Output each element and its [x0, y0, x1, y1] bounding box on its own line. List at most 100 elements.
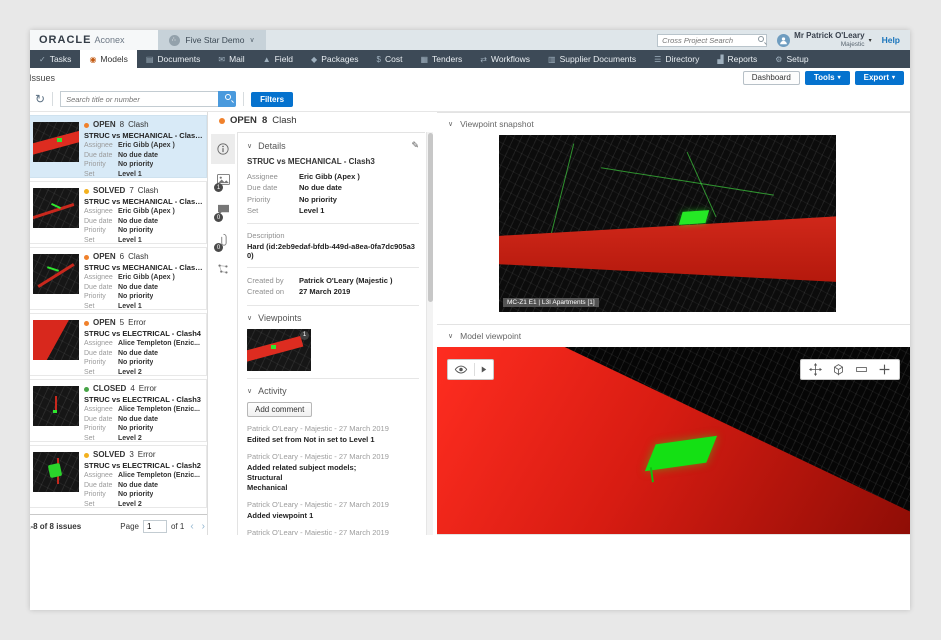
issue-thumbnail — [33, 122, 79, 162]
issue-due-date: No due date — [118, 349, 158, 358]
issue-card[interactable]: OPEN 8 Clash STRUC vs MECHANICAL - Clash… — [30, 115, 207, 178]
user-menu[interactable]: Mr Patrick O'Leary Majestic ▾ — [777, 32, 871, 48]
edit-icon[interactable]: ✎ — [411, 140, 419, 151]
model-viewpoint-section-header[interactable]: ∨ Model viewpoint — [437, 325, 910, 347]
eye-icon[interactable] — [454, 365, 468, 374]
chevron-down-icon: ∨ — [249, 36, 254, 44]
issue-set: Level 1 — [118, 170, 142, 179]
issue-search — [60, 91, 236, 107]
issue-card[interactable]: SOLVED 3 Error STRUC vs ELECTRICAL - Cla… — [30, 445, 207, 508]
status-dot — [84, 123, 89, 128]
detail-header: OPEN 8 Clash — [211, 112, 433, 131]
issue-status: OPEN — [93, 120, 116, 130]
package-icon: ◆ — [311, 55, 317, 64]
tab-supplier-documents[interactable]: ▥ Supplier Documents — [539, 50, 645, 68]
scrollbar-thumb[interactable] — [428, 133, 433, 302]
field-icon: ▲ — [263, 55, 271, 64]
issue-type: Error — [139, 384, 157, 394]
export-button[interactable]: Export▾ — [855, 71, 904, 85]
tab-mail[interactable]: ✉ Mail — [209, 50, 253, 68]
viewpoint-thumbnail[interactable]: 1 — [247, 329, 311, 371]
activity-meta: Patrick O'Leary - Majestic - 27 March 20… — [247, 500, 419, 509]
pan-icon[interactable] — [809, 363, 822, 376]
related-models-icon[interactable] — [211, 254, 235, 284]
detail-type: Clash — [272, 115, 296, 126]
tab-field[interactable]: ▲ Field — [254, 50, 302, 68]
divider — [247, 267, 419, 268]
field-label: Due date — [247, 182, 299, 193]
project-selector[interactable]: Five Star Demo ∨ — [158, 30, 266, 50]
issue-type: Error — [128, 318, 146, 328]
page-label: Page — [120, 522, 139, 531]
page-title: Issues — [30, 73, 55, 83]
page-input[interactable] — [143, 520, 167, 533]
tab-documents[interactable]: ▤ Documents — [137, 50, 210, 68]
tab-models[interactable]: ◉ Models — [80, 50, 136, 68]
issue-detail-panel: OPEN 8 Clash 100 ∨ Details ✎ STRUC vs ME… — [211, 112, 433, 535]
field-value: Patrick O'Leary (Majestic ) — [299, 275, 393, 286]
model-viewport-3d[interactable] — [437, 347, 910, 534]
minimize-icon[interactable] — [855, 363, 868, 376]
tab-packages[interactable]: ◆ Packages — [302, 50, 368, 68]
directory-icon: ☰ — [654, 55, 661, 64]
details-section-header[interactable]: ∨ Details ✎ — [247, 140, 419, 151]
tab-cost[interactable]: $ Cost — [368, 50, 412, 68]
issue-card[interactable]: SOLVED 7 Clash STRUC vs MECHANICAL - Cla… — [30, 181, 207, 244]
tab-tasks[interactable]: ✓ Tasks — [30, 50, 80, 68]
detail-number: 8 — [262, 115, 267, 126]
add-comment-button[interactable]: Add comment — [247, 402, 312, 417]
detail-scrollbar[interactable] — [426, 132, 433, 535]
issue-card[interactable]: OPEN 6 Clash STRUC vs MECHANICAL - Clash… — [30, 247, 207, 310]
comment-icon[interactable]: 0 — [211, 194, 235, 224]
dashboard-button[interactable]: Dashboard — [743, 71, 800, 85]
tab-directory[interactable]: ☰ Directory — [645, 50, 708, 68]
issue-card[interactable]: CLOSED 4 Error STRUC vs ELECTRICAL - Cla… — [30, 379, 207, 442]
section-icon[interactable] — [832, 363, 845, 376]
info-icon[interactable] — [211, 134, 235, 164]
issue-title: STRUC vs MECHANICAL - Clash1 — [84, 263, 203, 272]
image-icon[interactable]: 1 — [211, 164, 235, 194]
issue-priority: No priority — [118, 292, 153, 301]
person-icon — [779, 36, 788, 45]
field-value: Eric Gibb (Apex ) — [299, 171, 360, 182]
next-page-icon[interactable]: › — [200, 521, 207, 532]
tab-setup[interactable]: ⚙ Setup — [766, 50, 817, 68]
issue-title: STRUC vs ELECTRICAL - Clash3 — [84, 395, 203, 404]
help-link[interactable]: Help — [882, 35, 900, 45]
model-watermark: MC-Z1 E1 | L3I Apartments [1] — [503, 298, 599, 307]
snapshot-section-header[interactable]: ∨ Viewpoint snapshot — [437, 113, 910, 135]
divider — [474, 363, 475, 376]
status-dot — [84, 321, 89, 326]
issue-card[interactable]: OPEN 5 Error STRUC vs ELECTRICAL - Clash… — [30, 313, 207, 376]
oracle-logo: ORACLE — [39, 34, 91, 46]
search-button[interactable] — [218, 91, 236, 107]
prev-page-icon[interactable]: ‹ — [188, 521, 195, 532]
tab-workflows[interactable]: ⇄ Workflows — [471, 50, 539, 68]
divider — [247, 305, 419, 306]
attachment-icon[interactable]: 0 — [211, 224, 235, 254]
project-icon — [169, 35, 180, 46]
zoom-in-icon[interactable] — [878, 363, 891, 376]
issue-thumbnail — [33, 386, 79, 426]
issue-set: Level 2 — [118, 434, 142, 443]
tab-tenders[interactable]: ▦ Tenders — [411, 50, 471, 68]
viewpoints-section-header[interactable]: ∨ Viewpoints — [247, 313, 419, 323]
workflow-icon: ⇄ — [480, 55, 487, 64]
cross-project-search-input[interactable] — [657, 34, 767, 47]
filters-button[interactable]: Filters — [251, 92, 293, 107]
activity-entry: Patrick O'Leary - Majestic - 27 March 20… — [247, 424, 419, 445]
field-value: Level 1 — [299, 205, 324, 216]
tab-reports[interactable]: ▟ Reports — [708, 50, 766, 68]
viewpoint-count-badge: 1 — [300, 331, 309, 340]
activity-section-header[interactable]: ∨ Activity — [247, 386, 419, 396]
page-of-label: of 1 — [171, 522, 184, 531]
tools-button[interactable]: Tools▾ — [805, 71, 850, 85]
issue-title: STRUC vs ELECTRICAL - Clash2 — [84, 461, 203, 470]
next-icon[interactable] — [481, 365, 487, 374]
issue-search-input[interactable] — [60, 91, 218, 107]
detail-icon-rail: 100 — [211, 134, 235, 535]
viewpoint-snapshot-image: MC-Z1 E1 | L3I Apartments [1] — [499, 135, 836, 312]
issue-assignee: Alice Templeton (Enzic... — [118, 405, 200, 414]
refresh-icon[interactable]: ↻ — [35, 92, 45, 106]
issue-thumbnail — [33, 188, 79, 228]
